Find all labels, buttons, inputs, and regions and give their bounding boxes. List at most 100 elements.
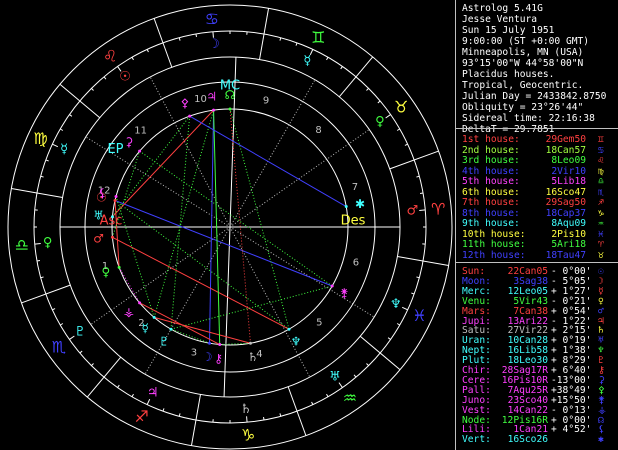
house-cusp-value: 18Cap37 [545,207,586,219]
planet-icon: ✱ [355,197,365,211]
chart-coords: 93°15'00"W 44°58'00"N [462,58,584,69]
house-label: 11th house: [462,239,526,250]
house-cusp-line [229,79,316,228]
planet-dot [110,215,114,219]
degree-tick [40,276,44,279]
house-cusp-line [229,226,311,378]
degree-tick [377,100,381,104]
planet-dot [152,315,156,319]
degree-tick [40,175,44,178]
chart-wheel: ♈♂♉♀♊☿♋☽♌☉♍☿♎ ♀♏♇♐♃♑♄♒♅♓♆123 456789101112A… [7,4,453,450]
degree-tick [385,114,391,119]
degree-tick [45,159,49,162]
planet-icon: ☿ [141,321,148,335]
planet-icon: ♃ [206,89,217,103]
house-cusp-value: 18Can57 [545,144,586,156]
degree-tick [195,33,197,38]
ruler-icon: ☉ [119,70,131,85]
planet-icon: ⚳ [124,135,133,149]
planet-icon: ☽ [202,350,213,364]
aspect-line [139,150,333,287]
degree-tick [91,363,94,366]
zodiac-sign-icon: ♈ [431,199,445,218]
planet-dot [330,284,334,288]
degree-tick [279,37,282,41]
degree-tick [69,114,73,117]
obliquity: Obliquity = 23°26'44" [462,102,584,113]
house-cusp-value: 2Pis10 [551,228,586,240]
aspect-line [114,200,290,330]
degree-tick [131,57,134,61]
house-cusp-value: 29Sag50 [545,197,586,208]
sign-divider [153,18,173,68]
julian-day: Julian Day = 2433842.8750 [462,91,607,102]
planet-icon: ♂ [93,232,104,246]
sign-divider [389,150,439,170]
house-label: 12th house: [462,249,526,261]
degree-tick [34,243,41,245]
zodiac-sign-icon: ♒ [343,389,357,408]
planet-label: Vert: [462,434,491,446]
degree-tick [52,308,56,311]
aspect-line [170,285,333,330]
zodiac-sign-icon: ♋ [205,9,219,28]
aspect-line [112,236,290,330]
sign-divider [86,356,122,398]
planet-icon: ♅ [93,208,104,222]
house-cusp-value: 8Leo09 [551,155,586,166]
aspect-line [229,108,290,330]
degree-tick [353,374,357,378]
degree-tick [60,323,64,326]
sign-divider [190,394,201,446]
aspect-line [114,199,333,287]
degree-tick [178,413,181,417]
house-cusp-value: 16Sco47 [545,186,586,198]
sign-icon: ♏ [598,186,604,198]
degree-tick [263,416,265,421]
house-number: 5 [316,317,322,328]
house-label: 8th house: [462,207,520,219]
ruler-icon: ♆ [390,297,402,312]
degree-tick [366,88,369,91]
planet-dot [212,108,216,112]
chart-date: Sun 15 July 1951 [462,25,555,36]
degree-tick [60,128,64,131]
degree-tick [36,260,41,262]
house-cusp-value: 29Gem50 [545,134,586,145]
sidereal-time: Sidereal time: 22:16:38 [462,113,595,124]
ruler-icon: ♂ [406,204,418,219]
planet-dot [113,198,117,202]
planet-icon: ♄ [248,350,259,364]
degree-tick [311,401,314,405]
house-label: 10th house: [462,228,526,240]
sign-icon: ♈ [598,239,604,250]
sign-icon: ♎ [598,176,604,187]
planet-dot [114,194,118,198]
zodiac-sign-icon: ♑ [241,426,255,445]
degree-tick [131,393,134,397]
angle-label-des: Des [341,214,366,229]
ruler-icon: ♃ [147,385,159,400]
planet-dot [169,327,173,331]
ruler-icon: ♀ [43,235,53,250]
degree-tick [416,175,420,178]
aspect-line [139,302,220,345]
degree-tick [295,42,298,46]
house-cusp-value: 5Ari18 [551,239,586,250]
house-system: Placidus houses. [462,69,555,80]
planet-dot [228,107,232,111]
sign-divider [259,8,270,60]
degree-tick [387,337,391,340]
degree-tick [419,209,426,211]
house-cusp-value: 18Tau47 [545,249,586,261]
planet-dot [138,301,142,305]
planet-dot [117,265,121,269]
chart-place: Minneapolis, MN (USA) [462,47,584,58]
planet-icon: ♆ [291,334,302,348]
house-number: 7 [352,182,358,193]
degree-tick [404,143,408,146]
degree-tick [326,393,329,397]
zodiac-sign-icon: ♍ [33,129,47,148]
sign-icon: ♒ [598,218,604,229]
planet-dot [188,114,192,118]
